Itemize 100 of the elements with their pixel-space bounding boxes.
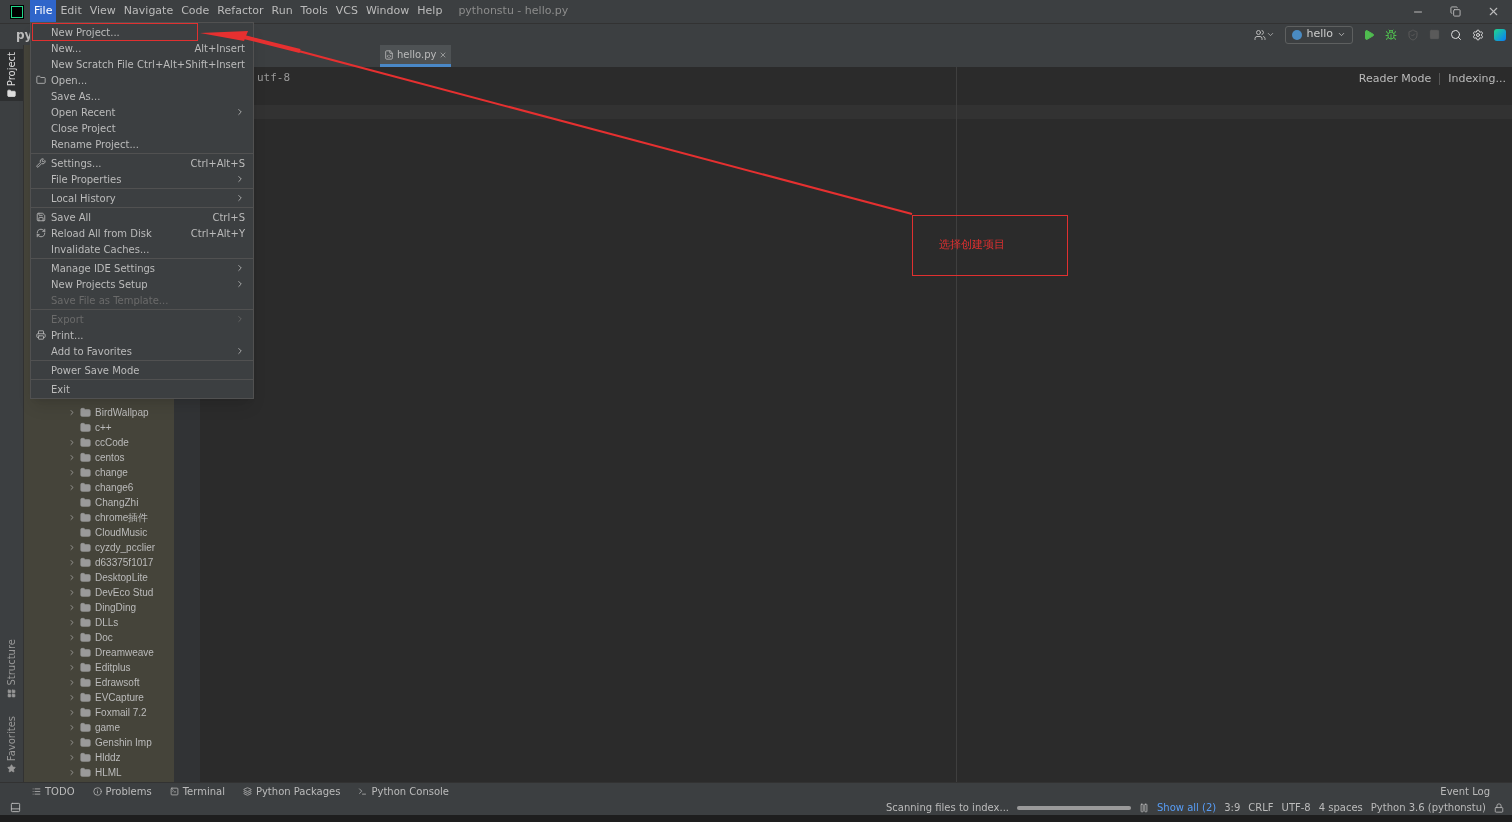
folder-icon [80,452,91,463]
tool-window-button[interactable]: Python Packages [242,784,341,799]
tree-item[interactable]: Editplus [24,660,174,675]
folder-icon [80,437,91,448]
tree-item[interactable]: game [24,720,174,735]
menu-item[interactable]: File Properties [33,171,251,187]
menu-bar-item[interactable]: Code [177,0,214,23]
status-item[interactable]: 4 spaces [1318,800,1363,815]
expand-icon[interactable] [68,408,76,417]
tree-item[interactable]: Doc [24,630,174,645]
lock-icon[interactable] [1494,802,1504,813]
editor-tab[interactable]: hello.py [380,45,452,67]
user-icon[interactable] [1254,28,1276,41]
tree-item[interactable]: Foxmail 7.2 [24,705,174,720]
menu-item[interactable]: Invalidate Caches... [33,241,251,257]
menu-bar-item[interactable]: Navigate [119,0,178,23]
indexing-status: Indexing... [1448,71,1506,87]
menu-item[interactable]: New Projects Setup [33,276,251,292]
tool-window-button[interactable]: Problems [92,784,152,799]
info-icon [92,787,102,796]
status-item[interactable]: CRLF [1248,800,1274,815]
search-icon[interactable] [1450,28,1462,41]
annotation-box: 选择创建项目 [912,215,1068,276]
menu-bar-item[interactable]: VCS [331,0,362,23]
menu-item[interactable]: Settings... Ctrl+Alt+S [33,155,251,171]
menu-bar-item[interactable]: Window [361,0,414,23]
reader-mode-button[interactable]: Reader Mode [1358,71,1432,88]
menu-item[interactable]: New Scratch File Ctrl+Alt+Shift+Insert [33,56,251,72]
expand-icon[interactable] [68,513,76,522]
folder-icon [80,647,91,658]
side-tool-tab[interactable]: Structure [0,636,23,701]
side-tool-tab[interactable]: Project [0,49,23,102]
menu-item[interactable]: Save As... [33,88,251,104]
tree-item[interactable]: change [24,465,174,480]
tree-item[interactable]: DesktopLite [24,570,174,585]
menu-item[interactable]: Rename Project... [33,136,251,152]
tree-item[interactable]: Hlddz [24,750,174,765]
show-all-link[interactable]: Show all (2) [1157,800,1217,815]
settings-icon[interactable] [1472,28,1484,41]
menu-bar-item[interactable]: Tools [296,0,332,23]
menu-item[interactable]: Print... [33,327,251,343]
menu-item[interactable]: Save All Ctrl+S [33,209,251,225]
folder-icon [80,557,91,568]
menu-item[interactable]: Open Recent [33,104,251,120]
tree-item[interactable]: CloudMusic [24,525,174,540]
folder-icon [80,572,91,583]
tree-item[interactable]: DevEco Stud [24,585,174,600]
event-log-button[interactable]: Event Log [1440,784,1490,799]
restore-icon[interactable] [1450,6,1461,17]
tool-window-button[interactable]: TODO [32,784,75,799]
tool-window-button[interactable]: Terminal [169,784,225,799]
tree-item[interactable]: DingDing [24,600,174,615]
pause-icon[interactable] [1139,802,1149,813]
tree-item[interactable]: centos [24,450,174,465]
menu-bar-item[interactable]: Edit [56,0,86,23]
menu-item[interactable]: Local History [33,190,251,206]
menu-bar-item[interactable]: Help [413,0,447,23]
menu-item[interactable]: Power Save Mode [33,362,251,378]
tree-item[interactable]: ChangZhi [24,495,174,510]
status-item[interactable]: Python 3.6 (pythonstu) [1370,800,1486,815]
tree-item[interactable]: Edrawsoft [24,675,174,690]
star-icon [7,764,16,773]
menu-item[interactable]: Reload All from Disk Ctrl+Alt+Y [33,225,251,241]
tree-item[interactable]: Dreamweave [24,645,174,660]
menu-item[interactable]: Close Project [33,120,251,136]
folder-icon [80,407,91,418]
menu-item[interactable]: Open... [33,72,251,88]
debug-icon[interactable] [1385,28,1397,41]
tree-item[interactable]: ccCode [24,435,174,450]
tree-item[interactable]: c++ [24,420,174,435]
tool-window-button[interactable]: Python Console [358,784,449,799]
folder-icon [80,767,91,778]
side-tool-tab[interactable]: Favorites [0,712,23,776]
tree-item[interactable]: cyzdy_pcclier [24,540,174,555]
tree-item[interactable]: Genshin Imp [24,735,174,750]
status-item[interactable]: UTF-8 [1281,800,1311,815]
status-item[interactable]: 3:9 [1224,800,1241,815]
menu-bar-item[interactable]: File [30,0,57,23]
tree-item[interactable]: d63375f1017 [24,555,174,570]
menu-bar-item[interactable]: View [85,0,120,23]
stop-icon[interactable] [1429,29,1440,40]
panel-toggle-icon[interactable] [10,802,21,813]
tree-item[interactable]: HLML [24,765,174,780]
tree-item[interactable]: BirdWallpap [24,405,174,420]
tree-item[interactable]: EVCapture [24,690,174,705]
menu-item[interactable]: Exit [33,381,251,397]
tree-item[interactable]: DLLs [24,615,174,630]
close-icon[interactable] [1487,5,1500,18]
menu-bar-item[interactable]: Run [267,0,297,23]
menu-item[interactable]: Manage IDE Settings [33,260,251,276]
console-icon [358,787,368,796]
tree-item[interactable]: change6 [24,480,174,495]
tree-item[interactable]: chrome插件 [24,510,174,525]
run-icon[interactable] [1363,28,1375,41]
run-config-dropdown[interactable]: hello [1285,25,1353,44]
menu-item[interactable]: New Project... [33,24,197,40]
menu-bar-item[interactable]: Refactor [213,0,268,23]
close-icon[interactable] [439,50,448,59]
menu-item[interactable]: New... Alt+Insert [33,40,251,56]
menu-item[interactable]: Add to Favorites [33,343,251,359]
